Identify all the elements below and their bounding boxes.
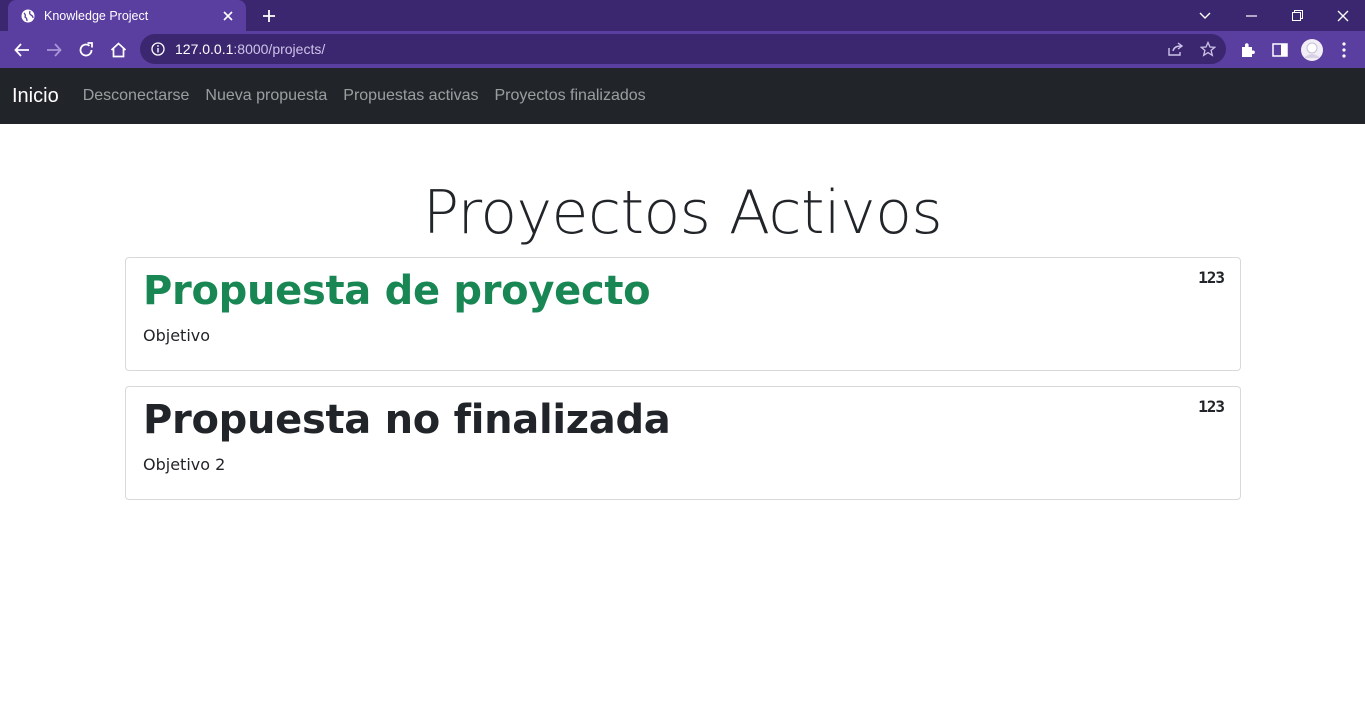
project-card[interactable]: Propuesta de proyecto Objetivo 123	[125, 257, 1241, 371]
home-icon[interactable]	[104, 36, 132, 64]
globe-icon	[20, 8, 36, 24]
share-icon[interactable]	[1162, 35, 1190, 63]
more-menu-icon[interactable]	[1330, 36, 1358, 64]
bookmark-star-icon[interactable]	[1194, 35, 1222, 63]
restore-button[interactable]	[1274, 0, 1320, 31]
forward-arrow-icon[interactable]	[40, 36, 68, 64]
nav-link-nueva-propuesta[interactable]: Nueva propuesta	[197, 87, 335, 105]
project-objective: Objetivo	[143, 326, 211, 345]
project-title[interactable]: Propuesta no finalizada	[143, 397, 671, 443]
project-badge: 123	[1198, 268, 1225, 287]
extensions-puzzle-icon[interactable]	[1234, 36, 1262, 64]
url-text: 127.0.0.1:8000/projects/	[175, 41, 325, 57]
side-panel-icon[interactable]	[1266, 36, 1294, 64]
project-title[interactable]: Propuesta de proyecto	[143, 268, 651, 314]
nav-link-desconectarse[interactable]: Desconectarse	[75, 87, 198, 105]
browser-tab-strip: Knowledge Project	[0, 0, 1365, 31]
url-host: 127.0.0.1	[175, 41, 234, 57]
nav-link-propuestas-activas[interactable]: Propuestas activas	[335, 87, 486, 105]
nav-link-proyectos-finalizados[interactable]: Proyectos finalizados	[486, 87, 653, 105]
tab-title: Knowledge Project	[44, 8, 149, 23]
url-path: :8000/projects/	[233, 41, 326, 57]
profile-avatar[interactable]	[1298, 36, 1326, 64]
project-card[interactable]: Propuesta no finalizada Objetivo 2 123	[125, 386, 1241, 500]
browser-tab[interactable]: Knowledge Project	[8, 0, 246, 31]
browser-toolbar: 127.0.0.1:8000/projects/	[0, 31, 1365, 68]
new-tab-button[interactable]	[258, 5, 280, 27]
tab-search-chevron-icon[interactable]	[1182, 0, 1228, 31]
site-navbar: Inicio Desconectarse Nueva propuesta Pro…	[0, 68, 1365, 124]
reload-icon[interactable]	[72, 36, 100, 64]
address-bar[interactable]: 127.0.0.1:8000/projects/	[140, 34, 1226, 64]
site-info-icon[interactable]	[150, 41, 166, 57]
project-objective: Objetivo 2	[143, 455, 226, 474]
back-arrow-icon[interactable]	[8, 36, 36, 64]
close-window-button[interactable]	[1320, 0, 1365, 31]
nav-brand-inicio[interactable]: Inicio	[12, 85, 59, 108]
tab-close-icon[interactable]	[220, 8, 236, 24]
minimize-button[interactable]	[1228, 0, 1274, 31]
page-title: Proyectos Activos	[422, 178, 943, 248]
project-badge: 123	[1198, 397, 1225, 416]
